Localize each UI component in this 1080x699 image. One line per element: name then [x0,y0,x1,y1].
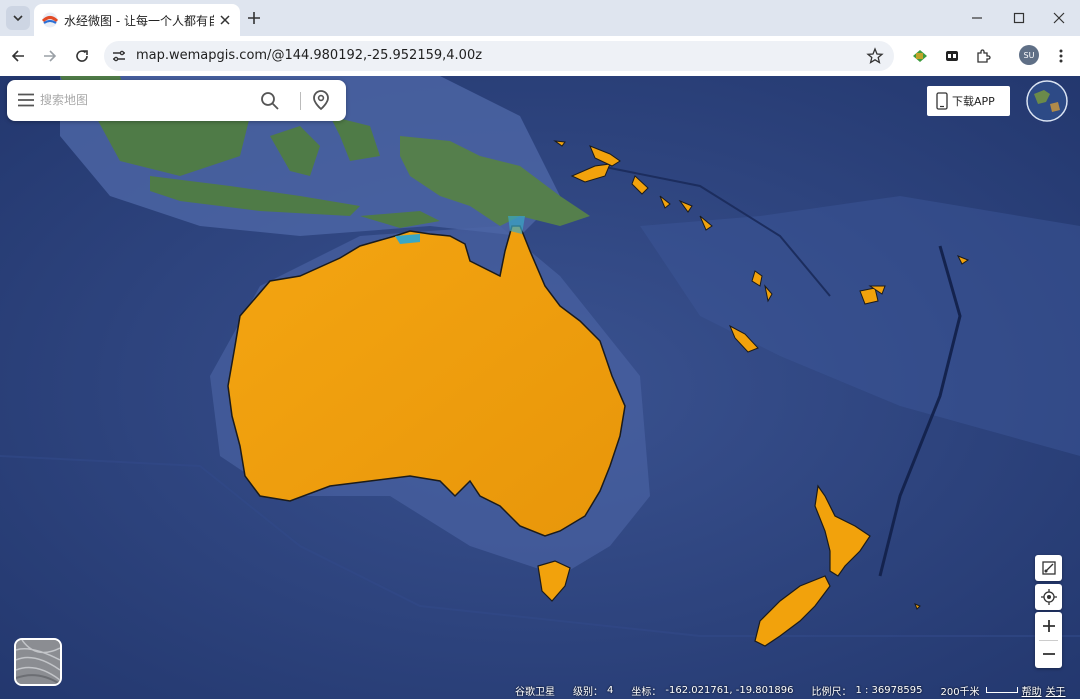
reload-button[interactable] [70,44,94,68]
back-button[interactable] [6,44,30,68]
zoom-controls [1035,612,1062,668]
browser-menu-button[interactable] [1051,46,1071,66]
browser-window: 水经微图 - 让每一个人都有自己 map.wema [0,0,1080,699]
download-app-button[interactable]: 下载APP [927,86,1010,116]
basemap-layer-name[interactable]: 谷歌卫星 [515,683,555,698]
layer-switcher-button[interactable] [14,638,62,686]
about-link[interactable]: 关于 [1046,683,1066,698]
map-search-input[interactable] [40,88,250,112]
help-link[interactable]: 帮助 [1022,683,1042,698]
minimize-button[interactable] [964,6,990,30]
map-status-bar: 谷歌卫星 级别： 4 坐标： -162.021761, -19.801896 比… [515,682,1070,698]
new-tab-button[interactable] [244,8,264,28]
plus-icon [1042,620,1055,632]
crosshair-icon [1040,589,1057,605]
scale-bar [985,687,1018,693]
wemap-favicon-icon [42,12,58,28]
minus-icon [1042,653,1055,655]
map-search-box [7,80,346,121]
tune-icon [113,50,125,62]
search-divider [300,92,301,110]
search-icon[interactable] [260,91,280,111]
terrain-layer-thumbnail-icon [16,640,60,684]
extension-map-button[interactable] [910,46,930,66]
close-icon [1053,12,1065,24]
profile-avatar[interactable]: SU [1019,45,1039,65]
location-pin-icon[interactable] [310,89,332,111]
tab-title: 水经微图 - 让每一个人都有自己 [64,13,214,28]
arrow-right-icon [44,50,57,62]
site-info-button[interactable] [110,47,128,65]
measure-tool-button[interactable] [1035,555,1062,581]
active-tab[interactable]: 水经微图 - 让每一个人都有自己 [34,4,240,36]
reload-icon [76,50,88,62]
maximize-button[interactable] [1006,6,1032,30]
extensions-menu-button[interactable] [973,46,993,66]
tab-strip: 水经微图 - 让每一个人都有自己 [0,0,1080,36]
zoom-level-value: 4 [607,684,614,696]
chevron-down-icon [13,15,23,22]
bookmark-star-icon[interactable] [866,47,884,65]
extension-globe-icon [913,50,927,62]
extension-app-icon [946,51,958,61]
globe-view-button[interactable] [1026,80,1068,122]
close-window-button[interactable] [1046,6,1072,30]
map-viewport[interactable]: 下载APP [0,76,1080,699]
minimize-icon [972,17,982,19]
scale-label: 比例尺： [811,686,852,698]
url-text: map.wemapgis.com/@144.980192,-25.952159,… [136,48,483,63]
tab-search-button[interactable] [6,6,30,30]
zoom-in-button[interactable] [1035,612,1062,640]
zoom-level-label: 级别： [573,686,603,698]
globe-icon [1026,80,1068,122]
puzzle-icon [977,49,991,63]
scale-bar-text: 200千米 [940,686,980,698]
coordinate-value: -162.021761, -19.801896 [665,684,794,696]
download-app-label: 下载APP [952,95,995,108]
extension-button[interactable] [942,46,962,66]
forward-button[interactable] [38,44,62,68]
coordinate-label: 坐标： [631,686,662,698]
locate-me-button[interactable] [1035,584,1062,610]
arrow-left-icon [11,50,24,62]
plus-icon [248,12,260,24]
satellite-basemap[interactable] [0,76,1080,699]
kebab-menu-icon [1059,49,1063,63]
zoom-out-button[interactable] [1035,640,1062,668]
mobile-phone-icon [936,92,948,110]
browser-toolbar: map.wemapgis.com/@144.980192,-25.952159,… [0,36,1080,76]
address-bar[interactable]: map.wemapgis.com/@144.980192,-25.952159,… [104,41,894,71]
maximize-icon [1013,12,1025,24]
hamburger-menu-icon[interactable] [18,93,34,107]
scale-value: 1 : 36978595 [855,684,923,696]
close-tab-icon[interactable] [218,13,232,27]
crop-tool-icon [1041,561,1056,575]
